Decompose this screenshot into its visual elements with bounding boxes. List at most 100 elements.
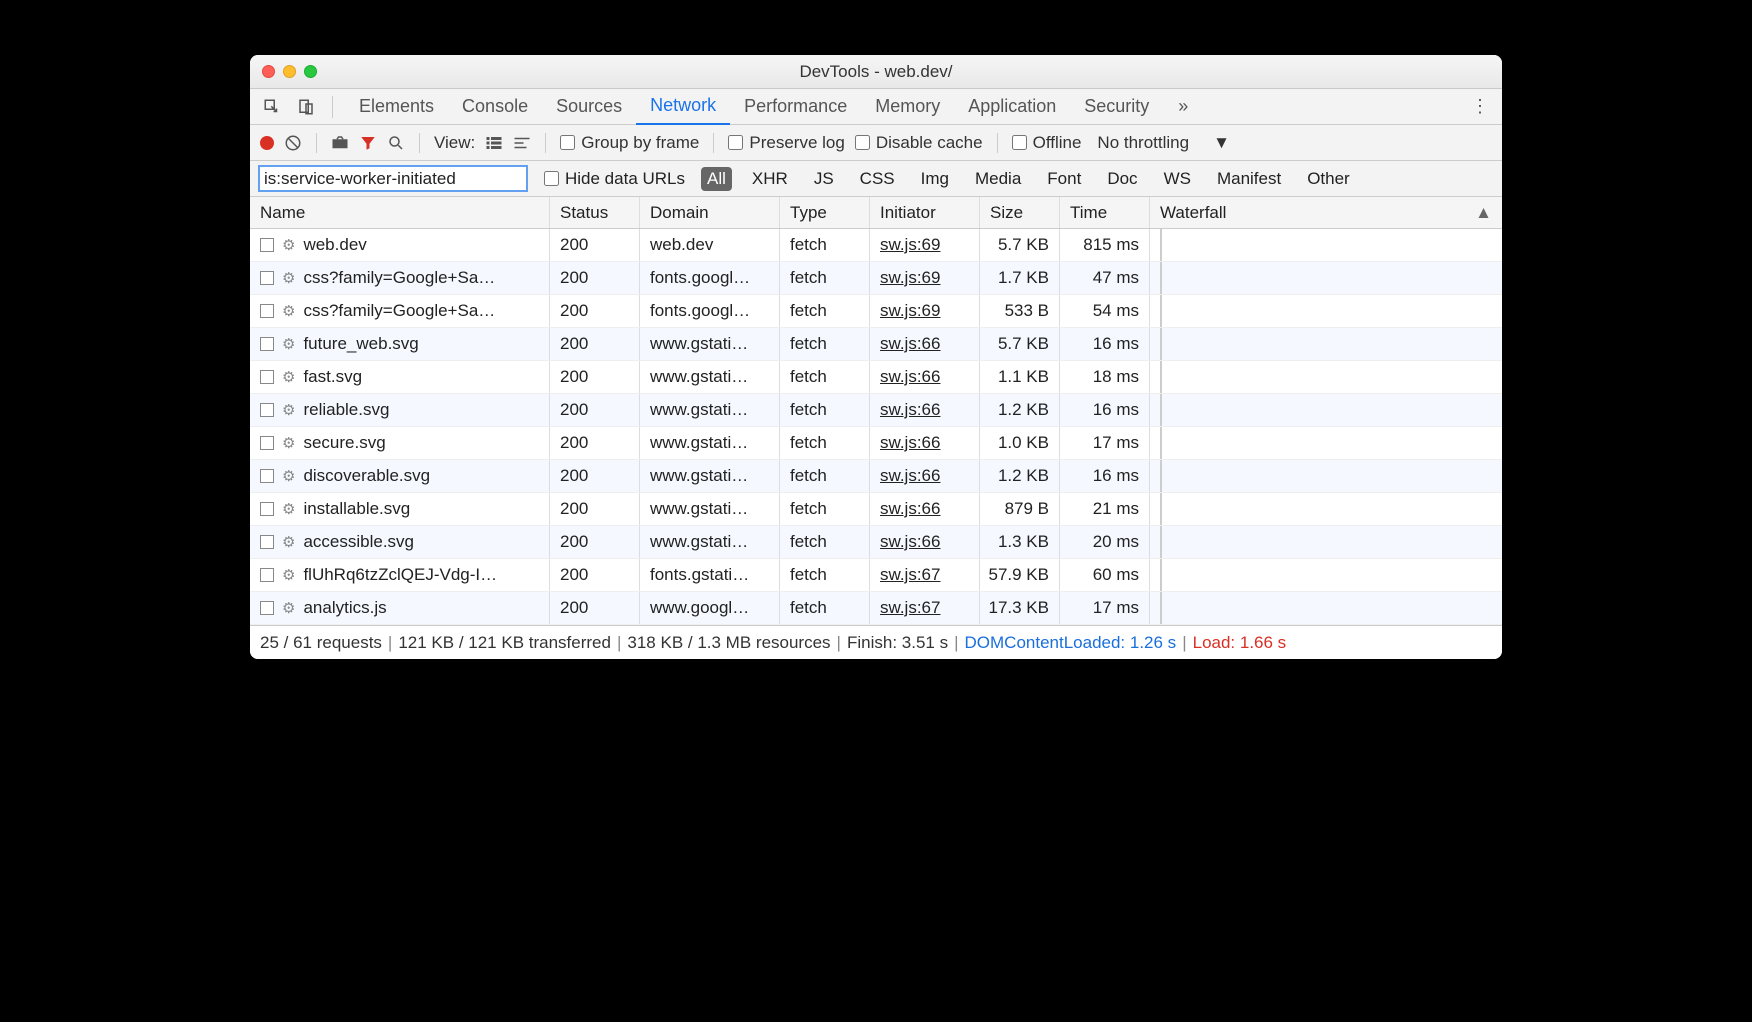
tab-elements[interactable]: Elements bbox=[345, 89, 448, 125]
filter-icon[interactable] bbox=[359, 134, 377, 152]
tab-performance[interactable]: Performance bbox=[730, 89, 861, 125]
initiator-link[interactable]: sw.js:69 bbox=[880, 301, 940, 321]
cell-status: 200 bbox=[550, 361, 640, 393]
initiator-link[interactable]: sw.js:67 bbox=[880, 598, 940, 618]
tab-memory[interactable]: Memory bbox=[861, 89, 954, 125]
group-by-frame-input[interactable] bbox=[560, 135, 575, 150]
column-header-waterfall[interactable]: Waterfall▲ bbox=[1150, 197, 1502, 228]
table-row[interactable]: ⚙fast.svg200www.gstati…fetchsw.js:661.1 … bbox=[250, 361, 1502, 394]
cell-waterfall bbox=[1150, 460, 1502, 492]
filter-type-manifest[interactable]: Manifest bbox=[1211, 167, 1287, 191]
request-name: analytics.js bbox=[303, 598, 386, 618]
request-name: discoverable.svg bbox=[303, 466, 430, 486]
table-row[interactable]: ⚙reliable.svg200www.gstati…fetchsw.js:66… bbox=[250, 394, 1502, 427]
column-header-initiator[interactable]: Initiator bbox=[870, 197, 980, 228]
initiator-link[interactable]: sw.js:66 bbox=[880, 334, 940, 354]
initiator-link[interactable]: sw.js:66 bbox=[880, 499, 940, 519]
group-by-frame-checkbox[interactable]: Group by frame bbox=[560, 133, 699, 153]
initiator-link[interactable]: sw.js:66 bbox=[880, 532, 940, 552]
record-button[interactable] bbox=[260, 136, 274, 150]
row-checkbox[interactable] bbox=[260, 304, 274, 318]
hide-data-urls-checkbox[interactable]: Hide data URLs bbox=[544, 169, 685, 189]
filter-type-font[interactable]: Font bbox=[1041, 167, 1087, 191]
table-row[interactable]: ⚙secure.svg200www.gstati…fetchsw.js:661.… bbox=[250, 427, 1502, 460]
filter-type-media[interactable]: Media bbox=[969, 167, 1027, 191]
row-checkbox[interactable] bbox=[260, 502, 274, 516]
filter-type-ws[interactable]: WS bbox=[1158, 167, 1197, 191]
row-checkbox[interactable] bbox=[260, 469, 274, 483]
cell-name: ⚙installable.svg bbox=[250, 493, 550, 525]
filter-type-all[interactable]: All bbox=[701, 167, 732, 191]
column-header-status[interactable]: Status bbox=[550, 197, 640, 228]
table-row[interactable]: ⚙css?family=Google+Sa…200fonts.googl…fet… bbox=[250, 262, 1502, 295]
clear-icon[interactable] bbox=[284, 134, 302, 152]
kebab-menu-icon[interactable]: ⋮ bbox=[1466, 93, 1494, 121]
initiator-link[interactable]: sw.js:66 bbox=[880, 433, 940, 453]
filter-type-img[interactable]: Img bbox=[915, 167, 955, 191]
initiator-link[interactable]: sw.js:66 bbox=[880, 466, 940, 486]
tab-application[interactable]: Application bbox=[954, 89, 1070, 125]
table-row[interactable]: ⚙future_web.svg200www.gstati…fetchsw.js:… bbox=[250, 328, 1502, 361]
row-checkbox[interactable] bbox=[260, 601, 274, 615]
filter-input[interactable] bbox=[258, 165, 528, 192]
tab-console[interactable]: Console bbox=[448, 89, 542, 125]
table-row[interactable]: ⚙analytics.js200www.googl…fetchsw.js:671… bbox=[250, 592, 1502, 625]
tab-sources[interactable]: Sources bbox=[542, 89, 636, 125]
close-button[interactable] bbox=[262, 65, 275, 78]
tab-security[interactable]: Security bbox=[1070, 89, 1163, 125]
row-checkbox[interactable] bbox=[260, 568, 274, 582]
filter-type-css[interactable]: CSS bbox=[854, 167, 901, 191]
cell-time: 16 ms bbox=[1060, 328, 1150, 360]
waterfall-marker-gray bbox=[1160, 592, 1162, 624]
device-toggle-icon[interactable] bbox=[292, 93, 320, 121]
initiator-link[interactable]: sw.js:69 bbox=[880, 235, 940, 255]
row-checkbox[interactable] bbox=[260, 238, 274, 252]
offline-checkbox[interactable]: Offline bbox=[1012, 133, 1082, 153]
throttling-select[interactable]: No throttling ▼ bbox=[1091, 131, 1236, 155]
disable-cache-input[interactable] bbox=[855, 135, 870, 150]
cell-status: 200 bbox=[550, 427, 640, 459]
window-title: DevTools - web.dev/ bbox=[250, 62, 1502, 82]
filter-type-xhr[interactable]: XHR bbox=[746, 167, 794, 191]
table-row[interactable]: ⚙discoverable.svg200www.gstati…fetchsw.j… bbox=[250, 460, 1502, 493]
search-icon[interactable] bbox=[387, 134, 405, 152]
inspect-icon[interactable] bbox=[258, 93, 286, 121]
table-row[interactable]: ⚙accessible.svg200www.gstati…fetchsw.js:… bbox=[250, 526, 1502, 559]
row-checkbox[interactable] bbox=[260, 535, 274, 549]
maximize-button[interactable] bbox=[304, 65, 317, 78]
table-body: ⚙web.dev200web.devfetchsw.js:695.7 KB815… bbox=[250, 229, 1502, 625]
overview-icon[interactable] bbox=[513, 134, 531, 152]
table-row[interactable]: ⚙installable.svg200www.gstati…fetchsw.js… bbox=[250, 493, 1502, 526]
large-rows-icon[interactable] bbox=[485, 134, 503, 152]
column-header-domain[interactable]: Domain bbox=[640, 197, 780, 228]
table-row[interactable]: ⚙css?family=Google+Sa…200fonts.googl…fet… bbox=[250, 295, 1502, 328]
filter-type-js[interactable]: JS bbox=[808, 167, 840, 191]
preserve-log-input[interactable] bbox=[728, 135, 743, 150]
row-checkbox[interactable] bbox=[260, 271, 274, 285]
initiator-link[interactable]: sw.js:69 bbox=[880, 268, 940, 288]
capture-screenshots-icon[interactable] bbox=[331, 134, 349, 152]
more-tabs-icon[interactable]: » bbox=[1169, 93, 1197, 121]
row-checkbox[interactable] bbox=[260, 403, 274, 417]
tab-network[interactable]: Network bbox=[636, 89, 730, 125]
offline-input[interactable] bbox=[1012, 135, 1027, 150]
initiator-link[interactable]: sw.js:67 bbox=[880, 565, 940, 585]
row-checkbox[interactable] bbox=[260, 337, 274, 351]
column-header-size[interactable]: Size bbox=[980, 197, 1060, 228]
waterfall-marker-gray bbox=[1160, 427, 1162, 459]
initiator-link[interactable]: sw.js:66 bbox=[880, 400, 940, 420]
filter-type-doc[interactable]: Doc bbox=[1101, 167, 1143, 191]
minimize-button[interactable] bbox=[283, 65, 296, 78]
preserve-log-checkbox[interactable]: Preserve log bbox=[728, 133, 844, 153]
column-header-name[interactable]: Name bbox=[250, 197, 550, 228]
column-header-type[interactable]: Type bbox=[780, 197, 870, 228]
column-header-time[interactable]: Time bbox=[1060, 197, 1150, 228]
filter-type-other[interactable]: Other bbox=[1301, 167, 1356, 191]
disable-cache-checkbox[interactable]: Disable cache bbox=[855, 133, 983, 153]
row-checkbox[interactable] bbox=[260, 370, 274, 384]
hide-data-urls-input[interactable] bbox=[544, 171, 559, 186]
row-checkbox[interactable] bbox=[260, 436, 274, 450]
table-row[interactable]: ⚙flUhRq6tzZclQEJ-Vdg-I…200fonts.gstati…f… bbox=[250, 559, 1502, 592]
table-row[interactable]: ⚙web.dev200web.devfetchsw.js:695.7 KB815… bbox=[250, 229, 1502, 262]
initiator-link[interactable]: sw.js:66 bbox=[880, 367, 940, 387]
